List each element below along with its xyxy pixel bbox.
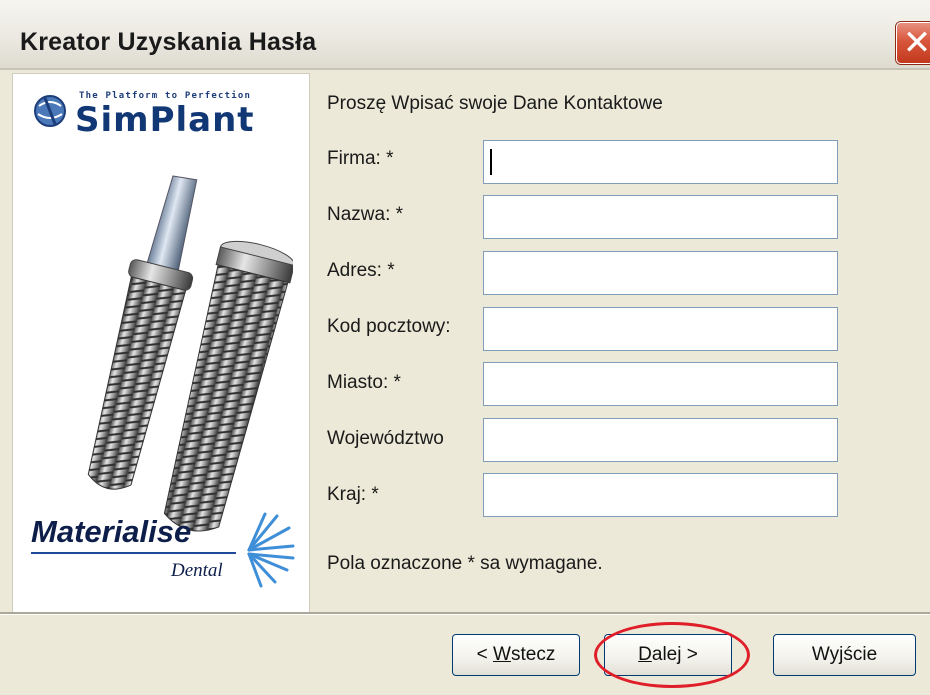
simplant-logo-icon xyxy=(34,95,66,127)
back-button-accel: W xyxy=(493,644,511,665)
close-icon: ✕ xyxy=(902,23,930,63)
exit-button[interactable]: Wyjście xyxy=(773,634,916,676)
province-input[interactable] xyxy=(483,418,838,462)
form-heading: Proszę Wpisać swoje Dane Kontaktowe xyxy=(327,93,663,114)
country-input[interactable] xyxy=(483,473,838,517)
province-label: Województwo xyxy=(327,428,444,449)
materialise-underline xyxy=(31,552,236,554)
city-label: Miasto: * xyxy=(327,372,401,393)
city-input[interactable] xyxy=(483,362,838,406)
materialise-logo: Materialise Dental xyxy=(31,512,295,594)
address-input[interactable] xyxy=(483,251,838,295)
materialise-wordmark: Materialise xyxy=(31,514,192,549)
back-button-rest: stecz xyxy=(510,644,556,665)
logo-product-name: SimPlant xyxy=(75,100,255,140)
password-wizard-window: Kreator Uzyskania Hasła ✕ The Platform t… xyxy=(0,0,930,695)
materialise-star-icon xyxy=(247,512,295,588)
postal-code-label: Kod pocztowy: xyxy=(327,316,451,337)
button-separator xyxy=(0,612,930,615)
exit-button-rest: ście xyxy=(843,644,878,665)
dental-wordmark: Dental xyxy=(171,560,223,581)
exit-button-pre: Wy xyxy=(811,644,840,665)
postal-code-input[interactable] xyxy=(483,307,838,351)
name-input[interactable] xyxy=(483,195,838,239)
title-divider xyxy=(0,68,930,70)
company-label: Firma: * xyxy=(327,148,394,169)
close-button[interactable]: ✕ xyxy=(896,22,930,64)
back-button-prefix: < xyxy=(476,644,494,665)
window-title: Kreator Uzyskania Hasła xyxy=(20,28,317,56)
required-fields-note: Pola oznaczone * sa wymagane. xyxy=(327,553,603,574)
branding-panel: The Platform to Perfection SimPlant Mate… xyxy=(12,73,310,613)
text-caret xyxy=(490,149,492,175)
back-button[interactable]: < Wstecz xyxy=(452,634,580,676)
address-label: Adres: * xyxy=(327,260,395,281)
company-input[interactable] xyxy=(483,140,838,184)
name-label: Nazwa: * xyxy=(327,204,404,225)
title-bar: Kreator Uzyskania Hasła ✕ xyxy=(0,0,930,68)
implant-illustration xyxy=(87,175,293,532)
country-label: Kraj: * xyxy=(327,484,379,505)
highlight-ellipse xyxy=(594,622,750,688)
simplant-logo: The Platform to Perfection SimPlant xyxy=(31,82,301,140)
